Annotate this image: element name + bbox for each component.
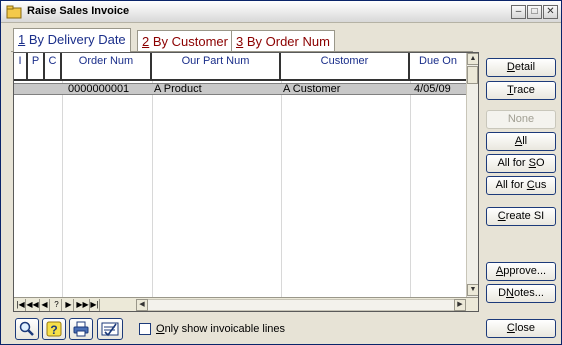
grid-header: I P C Order Num Our Part Num Customer Du…: [14, 53, 466, 81]
help-button[interactable]: ?: [42, 318, 66, 340]
help-icon: ?: [46, 321, 62, 337]
invoice-lines-grid[interactable]: I P C Order Num Our Part Num Customer Du…: [13, 52, 479, 312]
column-header-i[interactable]: I: [14, 53, 28, 81]
print-button[interactable]: [69, 318, 93, 340]
last-record-icon[interactable]: ▶|: [90, 299, 100, 311]
all-for-cus-button[interactable]: All for Cus: [486, 176, 556, 195]
cell-order-num: 0000000001: [68, 83, 130, 95]
detail-button[interactable]: Detail: [486, 58, 556, 77]
button-label: All for: [495, 179, 527, 191]
scroll-thumb[interactable]: [467, 66, 478, 84]
close-window-button[interactable]: ✕: [543, 5, 558, 19]
dnotes-button[interactable]: DNotes...: [486, 284, 556, 303]
button-label: lose: [514, 322, 536, 334]
column-header-our-part-num[interactable]: Our Part Num: [152, 53, 281, 81]
tab-by-order-num[interactable]: 3 By Order Num: [231, 30, 335, 52]
column-divider: [152, 81, 153, 297]
column-header-p[interactable]: P: [28, 53, 45, 81]
button-label: reate SI: [505, 210, 545, 222]
search-record-icon[interactable]: ?: [52, 299, 62, 311]
button-label: otes...: [513, 287, 544, 299]
record-navigator: |◀ ◀◀ ◀ ? ▶ ▶▶ ▶| ◀ ▶: [14, 297, 478, 311]
only-invoicable-checkbox[interactable]: [139, 323, 151, 335]
magnifier-icon: [19, 321, 34, 336]
checklist-icon: [101, 322, 119, 337]
vertical-scrollbar[interactable]: ▲ ▼: [466, 53, 478, 297]
scroll-down-icon[interactable]: ▼: [467, 284, 478, 296]
tab-label: By Order Num: [243, 34, 330, 49]
next-page-icon[interactable]: ▶▶: [76, 299, 90, 311]
column-divider: [62, 81, 63, 297]
first-record-icon[interactable]: |◀: [16, 299, 26, 311]
button-label: race: [513, 84, 535, 96]
checkbox-hotkey: O: [156, 323, 165, 335]
button-hotkey: C: [506, 322, 515, 334]
tab-label: By Customer: [149, 34, 228, 49]
none-button[interactable]: None: [486, 110, 556, 129]
button-label: O: [535, 157, 545, 169]
column-header-customer[interactable]: Customer: [281, 53, 410, 81]
svg-text:?: ?: [50, 323, 57, 337]
trace-button[interactable]: Trace: [486, 81, 556, 100]
column-divider: [410, 81, 411, 297]
create-si-button[interactable]: Create SI: [486, 207, 556, 226]
scroll-right-icon[interactable]: ▶: [454, 299, 466, 311]
button-label: etail: [514, 61, 536, 73]
tab-by-delivery-date[interactable]: 1 By Delivery Date: [13, 28, 131, 52]
button-hotkey: S: [528, 157, 536, 169]
maximize-button[interactable]: □: [527, 5, 542, 19]
checkbox-label-text: nly show invoicable lines: [164, 323, 286, 335]
column-header-c[interactable]: C: [45, 53, 62, 81]
button-hotkey: C: [526, 179, 535, 191]
find-button[interactable]: [15, 318, 39, 340]
previous-record-icon[interactable]: ◀: [40, 299, 50, 311]
scroll-up-icon[interactable]: ▲: [467, 53, 478, 65]
approve-button[interactable]: Approve...: [486, 262, 556, 281]
raise-sales-invoice-window: Raise Sales Invoice – □ ✕ 1 By Delivery …: [0, 0, 562, 345]
button-label: ll: [522, 135, 528, 147]
tab-by-customer[interactable]: 2 By Customer: [137, 30, 233, 52]
button-hotkey: C: [497, 210, 506, 222]
window-title: Raise Sales Invoice: [27, 5, 130, 17]
button-label: None: [507, 113, 535, 125]
button-hotkey: N: [506, 287, 514, 299]
horizontal-scrollbar[interactable]: ◀ ▶: [136, 299, 466, 311]
close-button[interactable]: Close: [486, 319, 556, 338]
cell-part-num: A Product: [154, 83, 202, 95]
cell-customer: A Customer: [283, 83, 341, 95]
next-record-icon[interactable]: ▶: [64, 299, 74, 311]
all-button[interactable]: All: [486, 132, 556, 151]
scroll-left-icon[interactable]: ◀: [136, 299, 148, 311]
column-header-due-on[interactable]: Due On: [410, 53, 466, 81]
title-bar[interactable]: Raise Sales Invoice – □ ✕: [1, 1, 561, 23]
column-header-order-num[interactable]: Order Num: [62, 53, 152, 81]
minimize-button[interactable]: –: [511, 5, 526, 19]
button-hotkey: D: [506, 61, 515, 73]
button-label: us: [534, 179, 547, 191]
previous-page-icon[interactable]: ◀◀: [26, 299, 40, 311]
only-invoicable-label[interactable]: Only show invoicable lines: [156, 323, 285, 335]
button-label: pprove...: [503, 265, 547, 277]
column-divider: [281, 81, 282, 297]
folder-icon: [6, 5, 22, 19]
button-label: All for: [497, 157, 529, 169]
printer-icon: [73, 321, 89, 337]
cell-due-on: 4/05/09: [414, 83, 451, 95]
all-for-so-button[interactable]: All for SO: [486, 154, 556, 173]
tab-label: By Delivery Date: [25, 32, 126, 47]
table-row[interactable]: 0000000001 A Product A Customer 4/05/09: [14, 83, 466, 95]
button-label: D: [498, 287, 507, 299]
checklist-button[interactable]: [97, 318, 123, 340]
